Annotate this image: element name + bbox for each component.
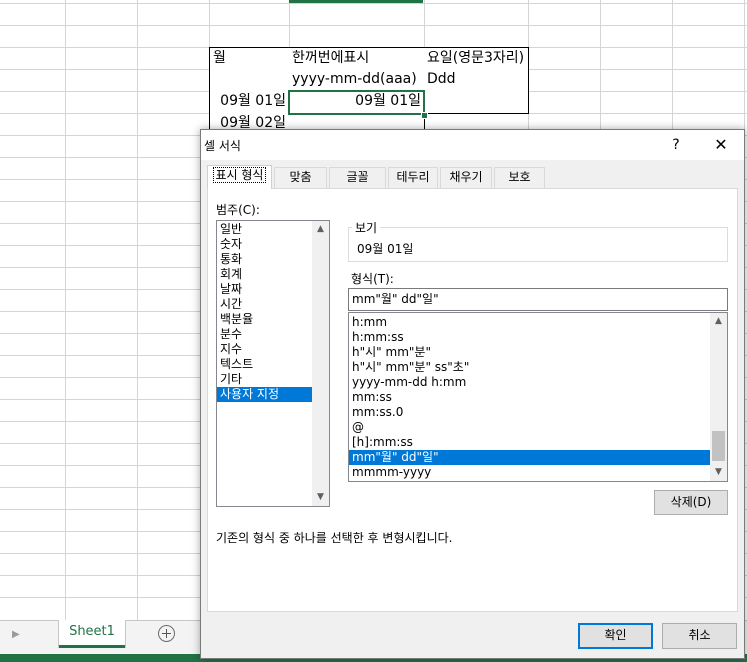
format-list-item[interactable]: mm"월" dd"일" <box>349 450 727 465</box>
category-listbox[interactable]: 일반 숫자 통화 회계 날짜 시간 백분율 분수 지수 텍스트 기타 사용자 지정 ▲ ▼ <box>216 220 330 507</box>
gridline <box>0 3 747 4</box>
number-format-panel: 범주(C): 일반 숫자 통화 회계 날짜 시간 백분율 분수 지수 텍스트 기타 사용자 지정 ▲ … <box>207 188 738 612</box>
cell-header-weekday[interactable]: 요일(영문3자리) <box>424 47 529 70</box>
format-list-item[interactable]: h"시" mm"분" <box>349 345 727 360</box>
category-label: 범주(C): <box>216 203 260 217</box>
help-button[interactable]: ? <box>663 133 689 157</box>
scroll-tabs-right-icon[interactable]: ▶ <box>12 629 20 640</box>
column-selection-indicator <box>289 0 423 3</box>
format-list-item[interactable]: h:mm <box>349 315 727 330</box>
scroll-up-icon[interactable]: ▲ <box>312 221 329 238</box>
tab-font[interactable]: 글꼴 <box>329 167 386 188</box>
format-list-item[interactable]: yyyy-mm-dd h:mm <box>349 375 727 390</box>
tab-protection[interactable]: 보호 <box>494 167 545 188</box>
tab-alignment[interactable]: 맞춤 <box>274 167 327 188</box>
format-list-item[interactable]: @ <box>349 420 727 435</box>
tab-fill[interactable]: 채우기 <box>440 167 492 188</box>
scroll-down-icon[interactable]: ▼ <box>710 464 727 481</box>
format-label: 형식(T): <box>351 272 394 286</box>
gridline <box>65 0 66 620</box>
scroll-down-icon[interactable]: ▼ <box>312 489 329 506</box>
cancel-button[interactable]: 취소 <box>662 623 737 649</box>
preview-value: 09월 01일 <box>357 242 414 256</box>
delete-button[interactable]: 삭제(D) <box>654 490 728 515</box>
format-description: 기존의 형식 중 하나를 선택한 후 변형시킵니다. <box>216 531 453 545</box>
format-list-item[interactable]: [h]:mm:ss <box>349 435 727 450</box>
scroll-up-icon[interactable]: ▲ <box>710 313 727 330</box>
tab-number[interactable]: 표시 형식 <box>207 165 272 189</box>
category-scrollbar[interactable]: ▲ ▼ <box>312 221 329 506</box>
fill-handle[interactable] <box>421 112 428 119</box>
ok-button[interactable]: 확인 <box>578 623 653 649</box>
dialog-title: 셀 서식 <box>204 139 241 153</box>
format-listbox[interactable]: h:mm h:mm:ss h"시" mm"분" h"시" mm"분" ss"초" yyy… <box>348 312 728 482</box>
format-list-item[interactable]: h:mm:ss <box>349 330 727 345</box>
add-sheet-icon[interactable] <box>158 625 175 642</box>
active-cell-border[interactable] <box>288 90 425 115</box>
tab-border[interactable]: 테두리 <box>388 167 438 188</box>
format-list-item[interactable]: mmmm-yyyy <box>349 465 727 480</box>
format-list-item[interactable]: mm:ss.0 <box>349 405 727 420</box>
format-input[interactable]: mm"월" dd"일" <box>348 288 728 311</box>
tab-number-label: 표시 형식 <box>212 167 267 183</box>
preview-group: 09월 01일 <box>348 227 728 262</box>
cell-header-month[interactable]: 월 <box>209 47 290 70</box>
gridline <box>0 25 747 26</box>
cell-format-month[interactable] <box>209 69 290 92</box>
format-scrollbar[interactable]: ▲ ▼ <box>710 313 727 481</box>
format-cells-dialog: 셀 서식 ? ✕ 표시 형식 맞춤 글꼴 테두리 채우기 보호 범주(C): 일… <box>200 129 745 659</box>
cell-header-display[interactable]: 한꺼번에표시 <box>289 47 425 70</box>
format-list-item[interactable]: h"시" mm"분" ss"초" <box>349 360 727 375</box>
cell-row1-weekday[interactable] <box>424 91 529 114</box>
sheet-tab-sheet1[interactable]: Sheet1 <box>59 620 125 648</box>
close-icon[interactable]: ✕ <box>706 133 736 157</box>
cell-format-display[interactable]: yyyy-mm-dd(aaa) <box>289 69 425 92</box>
gridline <box>137 0 138 620</box>
format-list-item[interactable]: mm:ss <box>349 390 727 405</box>
cell-row1-month[interactable]: 09월 01일 <box>209 91 290 114</box>
cell-format-weekday[interactable]: Ddd <box>424 69 529 92</box>
scroll-thumb[interactable] <box>712 431 725 461</box>
preview-label: 보기 <box>352 219 381 236</box>
dialog-titlebar[interactable]: 셀 서식 ? ✕ <box>201 130 744 160</box>
